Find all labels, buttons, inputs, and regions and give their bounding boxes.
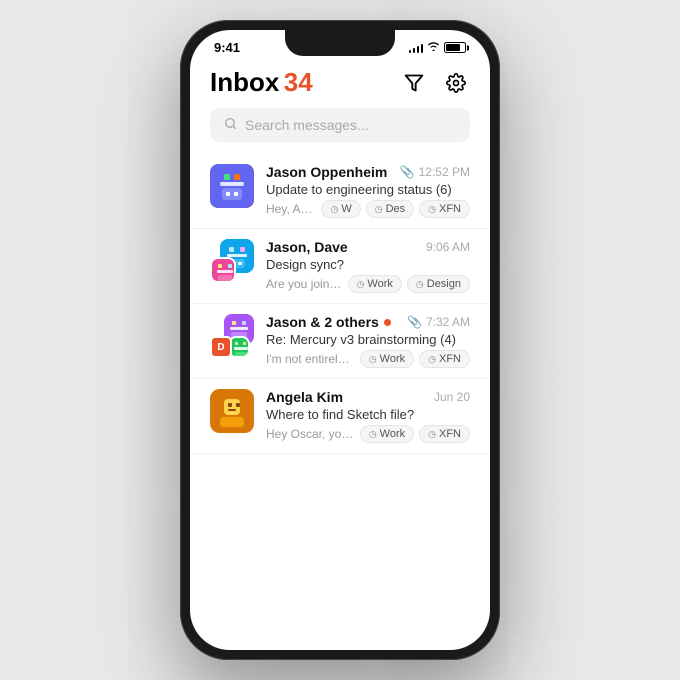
tag-bookmark-icon: ◷ (357, 279, 365, 290)
message-item[interactable]: D Jason & 2 others 📎 7:32 AM Re: Mercury (190, 304, 490, 379)
wifi-icon (427, 41, 440, 54)
message-tags: ◷W ◷Des ◷XFN (321, 200, 470, 218)
message-sender: Jason, Dave (266, 239, 348, 255)
message-time: Jun 20 (434, 390, 470, 404)
tag-bookmark-icon: ◷ (369, 354, 377, 365)
message-content: Angela Kim Jun 20 Where to find Sketch f… (266, 389, 470, 443)
message-sender: Jason & 2 others (266, 314, 379, 330)
search-placeholder: Search messages... (245, 117, 369, 133)
tag-work: ◷Work (360, 425, 414, 443)
tag-bookmark-icon: ◷ (330, 204, 338, 215)
tag-bookmark-icon: ◷ (428, 429, 436, 440)
message-tags: ◷Work ◷XFN (360, 425, 470, 443)
tag-bookmark-icon: ◷ (428, 354, 436, 365)
phone-screen: 9:41 (190, 30, 490, 650)
inbox-title-group: Inbox 34 (210, 67, 313, 98)
message-item[interactable]: Jason, Dave 9:06 AM Design sync? Are you… (190, 229, 490, 304)
signal-icon (409, 43, 424, 53)
tag-bookmark-icon: ◷ (416, 279, 424, 290)
message-item[interactable]: Angela Kim Jun 20 Where to find Sketch f… (190, 379, 490, 454)
app-header: Inbox 34 (190, 59, 490, 108)
message-content: Jason, Dave 9:06 AM Design sync? Are you… (266, 239, 470, 293)
header-actions (400, 69, 470, 97)
filter-button[interactable] (400, 69, 428, 97)
avatar-sub (210, 257, 236, 283)
message-time: 12:52 PM (419, 165, 470, 179)
message-preview: I'm not entirely sure I... (266, 352, 354, 366)
tag-w: ◷W (321, 200, 360, 218)
message-content: Jason Oppenheim 📎 12:52 PM Update to eng… (266, 164, 470, 218)
message-subject: Update to engineering status (6) (266, 182, 470, 197)
message-tags: ◷Work ◷XFN (360, 350, 470, 368)
attachment-icon: 📎 (407, 315, 422, 329)
message-preview: Are you joining us? (266, 277, 342, 291)
tag-xfn: ◷XFN (419, 200, 470, 218)
avatar (210, 389, 254, 433)
message-subject: Where to find Sketch file? (266, 407, 470, 422)
battery-icon (444, 42, 466, 53)
tag-design: ◷Design (407, 275, 470, 293)
tag-bookmark-icon: ◷ (375, 204, 383, 215)
search-bar[interactable]: Search messages... (210, 108, 470, 142)
status-time: 9:41 (214, 40, 240, 55)
search-icon (224, 117, 237, 133)
notch (285, 30, 395, 56)
message-tags: ◷Work ◷Design (348, 275, 470, 293)
tag-xfn: ◷XFN (419, 425, 470, 443)
message-item[interactable]: Jason Oppenheim 📎 12:52 PM Update to eng… (190, 154, 490, 229)
settings-button[interactable] (442, 69, 470, 97)
tag-work: ◷Work (348, 275, 402, 293)
message-time: 7:32 AM (426, 315, 470, 329)
avatar-group: D (210, 314, 254, 358)
message-sender: Jason Oppenheim (266, 164, 387, 180)
message-time: 9:06 AM (426, 240, 470, 254)
tag-des: ◷Des (366, 200, 414, 218)
sender-group: Jason & 2 others (266, 314, 391, 330)
message-preview: Hey, After touching... (266, 202, 315, 216)
message-subject: Re: Mercury v3 brainstorming (4) (266, 332, 470, 347)
status-icons (409, 41, 467, 54)
tag-xfn: ◷XFN (419, 350, 470, 368)
unread-indicator (384, 319, 391, 326)
message-sender: Angela Kim (266, 389, 343, 405)
message-list: Jason Oppenheim 📎 12:52 PM Update to eng… (190, 154, 490, 454)
attachment-icon: 📎 (400, 165, 415, 179)
avatar-group (210, 239, 254, 283)
message-preview: Hey Oscar, you... (266, 427, 354, 441)
inbox-label: Inbox (210, 67, 279, 97)
avatar (210, 164, 254, 208)
tag-work: ◷Work (360, 350, 414, 368)
phone-frame: 9:41 (180, 20, 500, 660)
avatar-label: D (210, 336, 232, 358)
message-subject: Design sync? (266, 257, 470, 272)
tag-bookmark-icon: ◷ (428, 204, 436, 215)
inbox-count: 34 (284, 67, 313, 97)
tag-bookmark-icon: ◷ (369, 429, 377, 440)
message-content: Jason & 2 others 📎 7:32 AM Re: Mercury v… (266, 314, 470, 368)
